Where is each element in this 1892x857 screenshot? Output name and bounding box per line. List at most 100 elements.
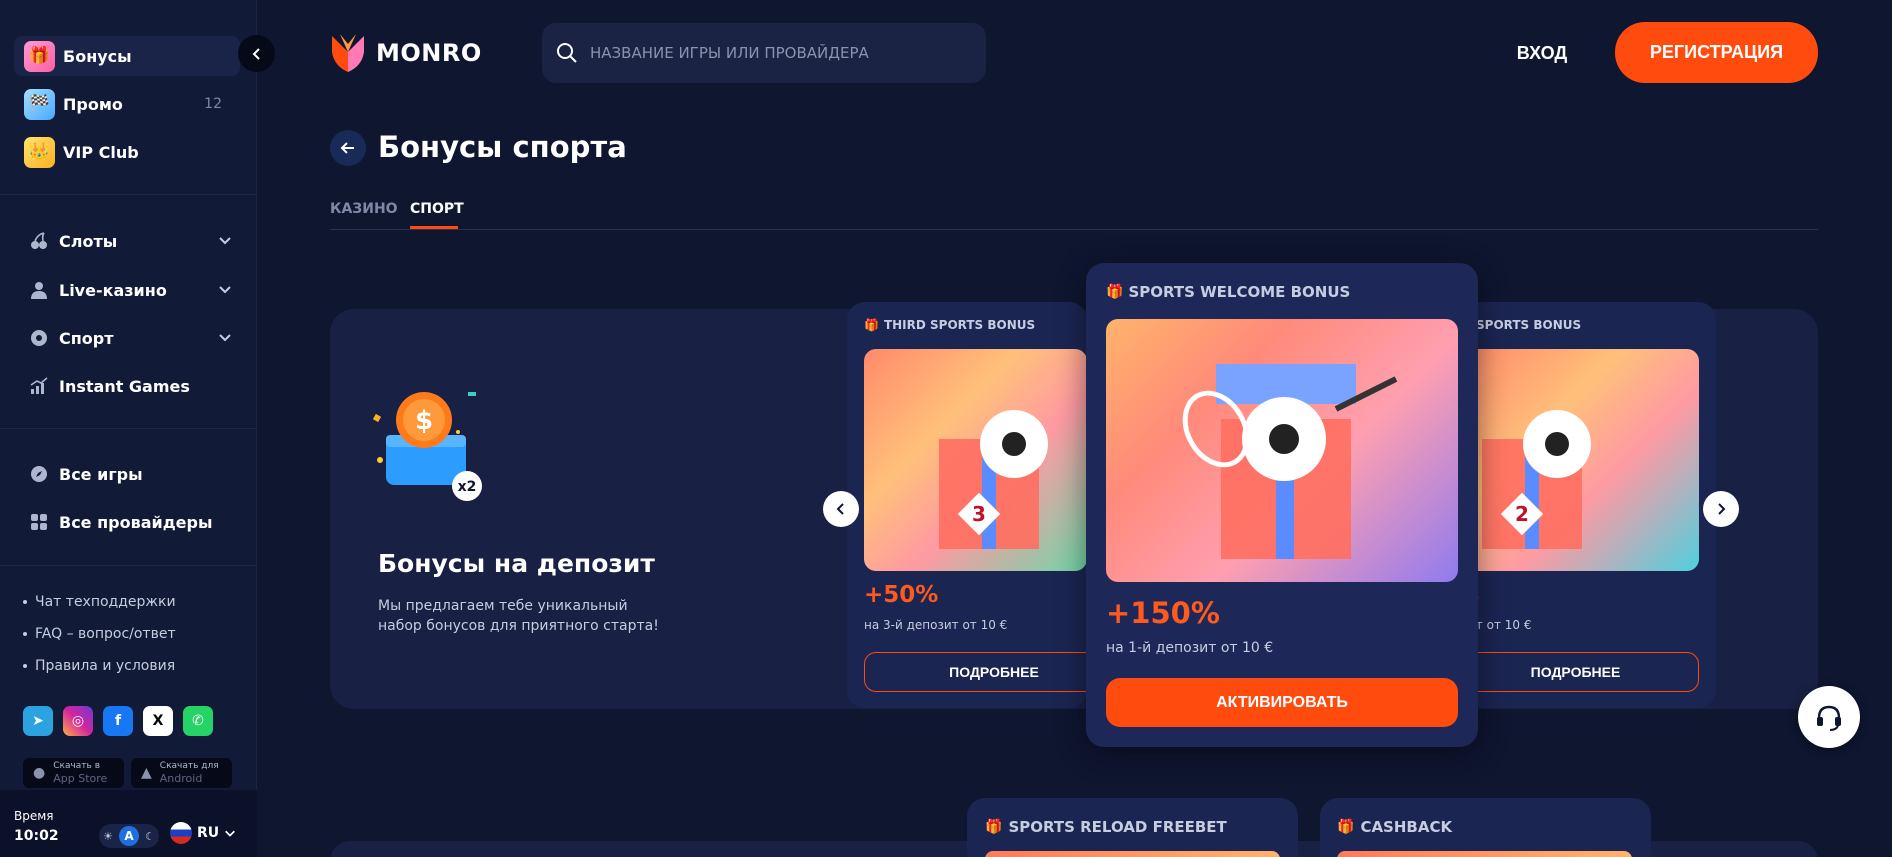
sidebar-item-label: Слоты (59, 231, 118, 251)
sidebar: 🎁 Бонусы 🏁 Промо 12 👑 VIP Club Слоты Liv… (0, 0, 257, 857)
sidebar-item-promo[interactable]: 🏁 Промо 12 (14, 84, 240, 124)
sidebar-item-label: Instant Games (59, 376, 190, 396)
bonus-card-image (985, 851, 1280, 857)
card-subtitle: на 1-й депозит от 10 € (1106, 640, 1274, 656)
bonus-card-image: 3 (864, 349, 1087, 571)
social-links: ➤ ◎ f X ✆ (23, 706, 213, 736)
chevron-left-icon (252, 47, 260, 60)
sidebar-item-all-providers[interactable]: Все провайдеры (27, 504, 232, 540)
bonus-card-image: 2 (1462, 349, 1699, 571)
chevron-down-icon[interactable] (218, 232, 232, 251)
promo-description: Мы предлагаем тебе уникальный набор бону… (378, 598, 659, 634)
instagram-icon[interactable]: ◎ (63, 706, 93, 736)
promo-title: Бонусы на депозит (378, 549, 655, 578)
sidebar-item-live-casino[interactable]: Live-казино (27, 272, 232, 308)
bonus-card-third-sports[interactable]: 🎁 THIRD SPORTS BONUS 3 +50% на 3-й депози… (847, 302, 1087, 708)
whatsapp-icon[interactable]: ✆ (183, 706, 213, 736)
logo[interactable]: MONRO (330, 32, 482, 74)
back-button[interactable] (330, 130, 366, 166)
svg-text:$: $ (415, 406, 433, 436)
card-label: SPORTS BONUS (1476, 318, 1582, 332)
promo-count-badge: 12 (204, 96, 222, 112)
headset-icon (1817, 705, 1841, 731)
crown-icon: 👑 (24, 136, 55, 168)
dealer-icon (27, 278, 51, 302)
faq-link[interactable]: FAQ – вопрос/ответ (23, 626, 176, 642)
sidebar-item-all-games[interactable]: Все игры (27, 456, 232, 492)
chart-icon (27, 374, 51, 398)
sidebar-item-vip-club[interactable]: 👑 VIP Club (14, 132, 240, 172)
bonus-card-sports-welcome[interactable]: 🎁 SPORTS WELCOME BONUS +150% на 1-й депоз… (1086, 263, 1478, 747)
cherry-icon (27, 229, 51, 253)
android-icon: ▲ (141, 765, 152, 781)
gift-icon: 🎁 (985, 819, 1003, 835)
bonus-card-sports-bonus[interactable]: SPORTS BONUS 2 % ит от 10 € ПОДРОБНЕЕ (1462, 302, 1716, 708)
chevron-right-icon (1718, 503, 1726, 515)
sidebar-item-slots[interactable]: Слоты (27, 223, 232, 259)
register-button[interactable]: РЕГИСТРАЦИЯ (1615, 22, 1818, 83)
card-details-button[interactable]: ПОДРОБНЕЕ (1462, 652, 1699, 692)
chevron-left-icon (836, 503, 844, 515)
sidebar-divider (0, 194, 257, 195)
sidebar-divider (0, 428, 257, 429)
monro-logo-icon (332, 34, 364, 72)
svg-text:x2: x2 (458, 479, 477, 495)
theme-switch[interactable]: ☀ A ☾ (99, 824, 159, 848)
time-label: Время (14, 809, 54, 823)
gift-icon: 🎁 (1106, 284, 1124, 300)
active-tab-indicator (410, 226, 458, 229)
x-twitter-icon[interactable]: X (143, 706, 173, 736)
russia-flag-icon (170, 822, 192, 844)
sidebar-divider (0, 565, 257, 566)
chevron-down-icon[interactable] (218, 329, 232, 348)
svg-text:3: 3 (972, 502, 986, 526)
search-bar[interactable] (542, 23, 986, 83)
support-chat-button[interactable] (1798, 686, 1860, 748)
gift-icon: 🎁 (24, 40, 55, 72)
card-percent: +150% (1106, 596, 1220, 630)
terms-link[interactable]: Правила и условия (23, 658, 175, 674)
sidebar-item-label: Все игры (59, 464, 143, 484)
facebook-icon[interactable]: f (103, 706, 133, 736)
sidebar-item-label: Бонусы (63, 46, 132, 66)
sidebar-item-label: Все провайдеры (59, 512, 213, 532)
sidebar-collapse-button[interactable] (238, 35, 275, 72)
search-icon (557, 43, 577, 63)
apple-icon: ● (33, 765, 46, 781)
sidebar-item-bonuses[interactable]: 🎁 Бонусы (14, 36, 240, 76)
card-subtitle: на 3-й депозит от 10 € (864, 618, 1008, 632)
sidebar-item-label: Спорт (59, 328, 114, 348)
carousel-next-button[interactable] (1703, 491, 1739, 527)
moon-icon[interactable]: ☾ (145, 830, 155, 843)
bonus-card-image (1337, 851, 1632, 857)
language-selector[interactable]: RU (170, 822, 236, 844)
time-value: 10:02 (14, 828, 59, 844)
arrow-left-icon (340, 142, 354, 154)
chevron-down-icon (225, 830, 236, 837)
sun-icon[interactable]: ☀ (103, 830, 113, 843)
support-chat-link[interactable]: Чат техподдержки (23, 594, 176, 610)
sidebar-item-instant-games[interactable]: Instant Games (27, 368, 232, 404)
card-details-button[interactable]: ПОДРОБНЕЕ (864, 652, 1087, 692)
promo-icon: 🏁 (24, 88, 55, 120)
gift-icon: 🎁 (1337, 819, 1355, 835)
chevron-down-icon[interactable] (218, 281, 232, 300)
carousel-prev-button[interactable] (823, 491, 859, 527)
app-store-button[interactable]: ● Скачать в App Store (23, 758, 124, 788)
login-button[interactable]: ВХОД (1500, 35, 1584, 71)
search-input[interactable] (590, 44, 970, 62)
activate-bonus-button[interactable]: АКТИВИРОВАТЬ (1106, 678, 1458, 727)
sidebar-item-label: VIP Club (63, 142, 139, 162)
gift-icon: 🎁 (864, 318, 879, 332)
android-store-button[interactable]: ▲ Скачать для Android (131, 758, 232, 788)
logo-text: MONRO (376, 39, 482, 67)
page-title: Бонусы спорта (378, 130, 627, 164)
card-label: 🎁 SPORTS WELCOME BONUS (1106, 283, 1351, 301)
coin-wallet-illustration: $ x2 (372, 392, 482, 501)
theme-auto-toggle[interactable]: A (119, 826, 139, 846)
tab-sport[interactable]: СПОРТ (410, 201, 464, 217)
telegram-icon[interactable]: ➤ (23, 706, 53, 736)
sidebar-item-sport[interactable]: Спорт (27, 320, 232, 356)
tabs: КАЗИНО СПОРТ (330, 198, 1818, 230)
tab-casino[interactable]: КАЗИНО (330, 201, 398, 217)
